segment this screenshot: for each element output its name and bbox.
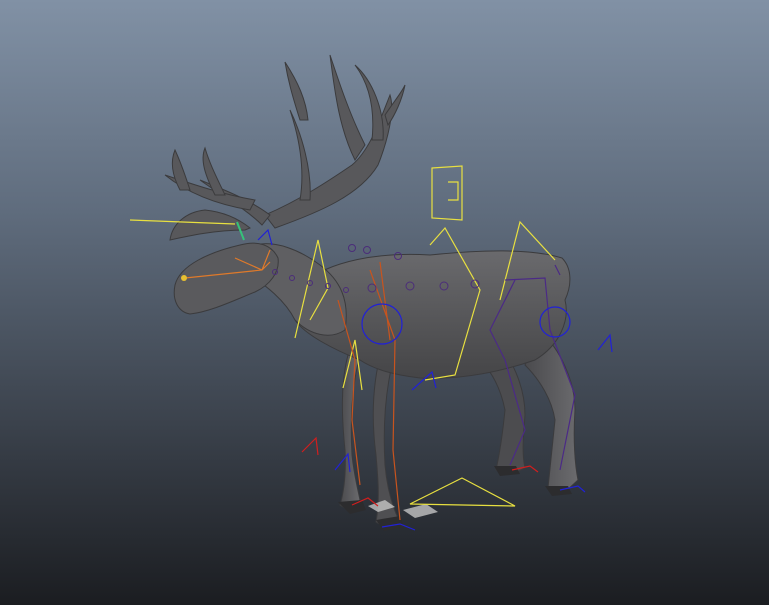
maya-3d-viewport[interactable]	[0, 0, 769, 605]
yellow-hip-box[interactable]	[431, 165, 463, 221]
hoof-back-left[interactable]	[545, 486, 572, 496]
head[interactable]	[173, 242, 279, 315]
jaw-dot[interactable]	[181, 275, 187, 281]
ground-plate-2	[403, 504, 438, 518]
hoof-back-right[interactable]	[494, 466, 520, 476]
hoof-front-left[interactable]	[338, 500, 366, 514]
yellow-ground-triangle[interactable]	[409, 477, 516, 507]
front-leg-left[interactable]	[339, 354, 361, 511]
antlers[interactable]	[164, 54, 406, 241]
reindeer-scene[interactable]	[0, 0, 769, 605]
